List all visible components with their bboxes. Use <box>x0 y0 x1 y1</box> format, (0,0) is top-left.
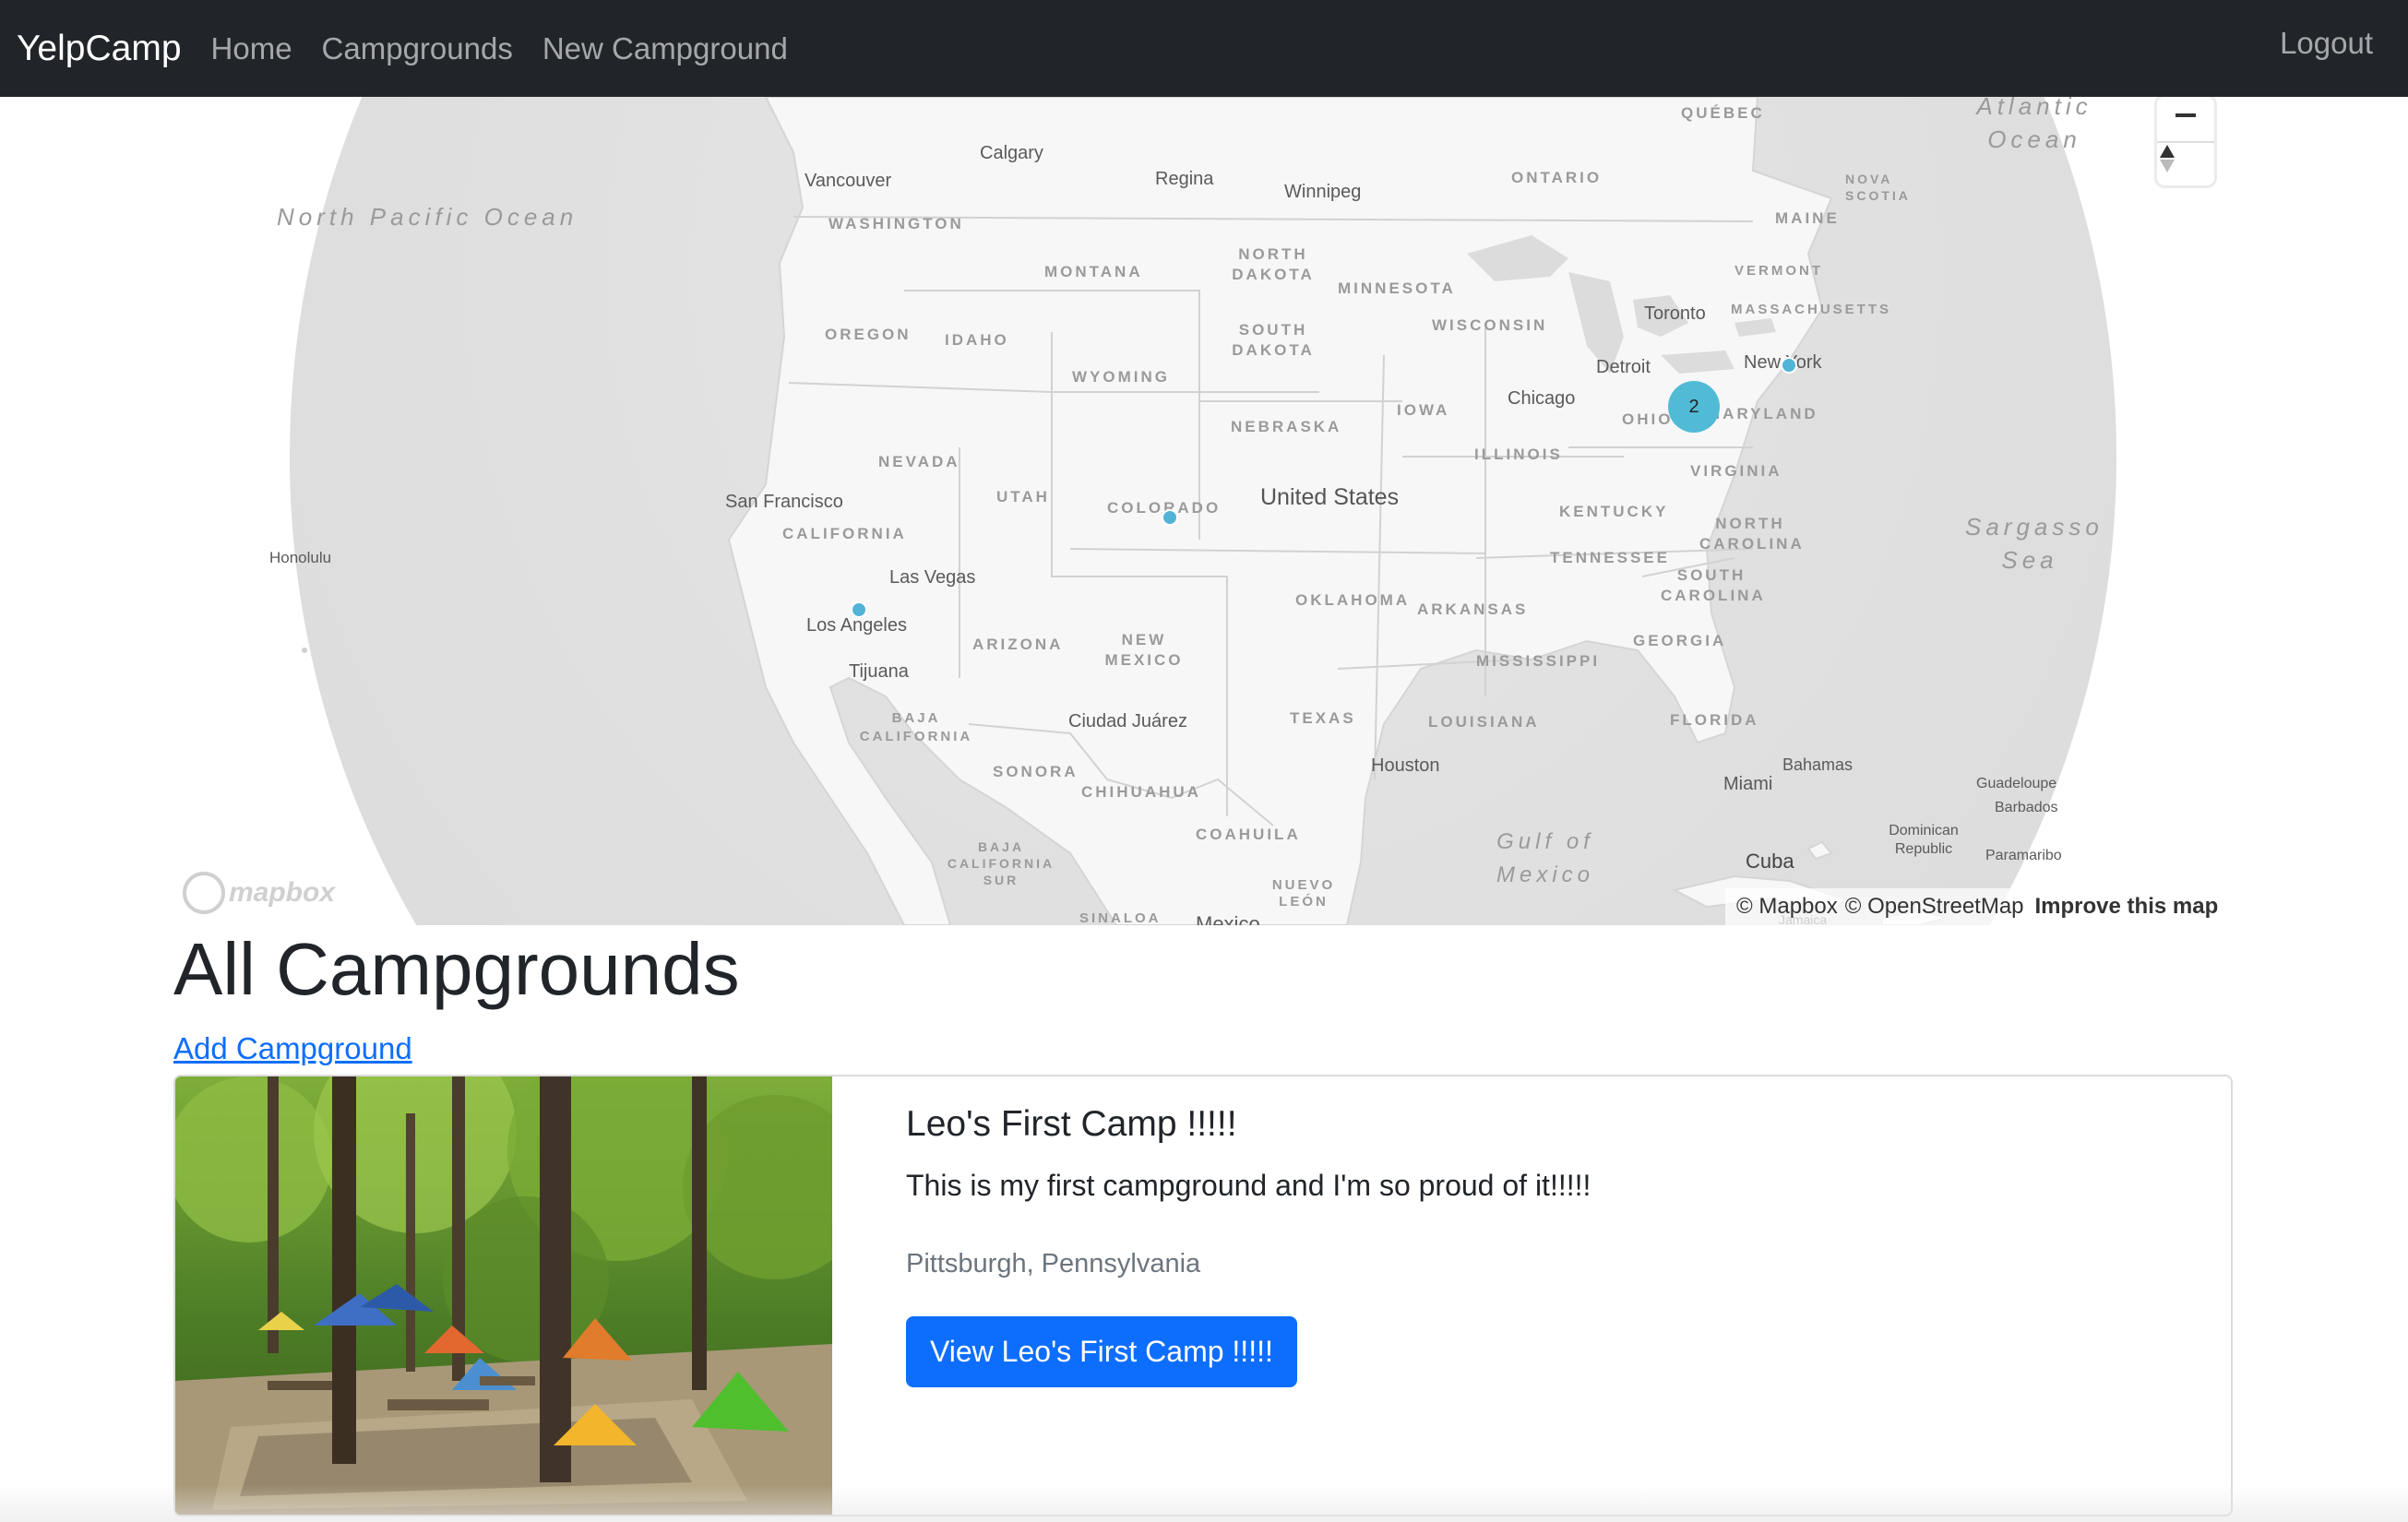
campground-card: Leo's First Camp !!!!! This is my first … <box>173 1075 2233 1516</box>
mapbox-logo-icon <box>183 872 225 914</box>
map-navigation-controls <box>2157 97 2214 185</box>
mapbox-logo[interactable]: mapbox <box>183 872 335 914</box>
campground-location: Pittsburgh, Pennsylvania <box>906 1249 1201 1278</box>
cluster-map[interactable]: North Pacific Ocean Atlantic Ocean Sarga… <box>0 97 2408 925</box>
reset-bearing-button[interactable] <box>2157 141 2214 187</box>
hawaii-dot <box>302 648 307 653</box>
nav-new-campground-link[interactable]: New Campground <box>542 31 788 66</box>
brand-link[interactable]: YelpCamp <box>17 29 182 69</box>
minus-icon <box>2176 113 2196 117</box>
campground-card-body: Leo's First Camp !!!!! This is my first … <box>906 1104 1591 1387</box>
improve-map-link[interactable]: Improve this map <box>2035 894 2219 920</box>
campground-cluster[interactable]: 2 <box>1668 381 1720 433</box>
map-attribution: © Mapbox © OpenStreetMap Improve this ma… <box>1725 888 2230 925</box>
map-background <box>290 97 2116 925</box>
view-campground-button[interactable]: View Leo's First Camp !!!!! <box>906 1316 1297 1387</box>
campground-title: Leo's First Camp !!!!! <box>906 1104 1237 1144</box>
zoom-out-button[interactable] <box>2157 97 2214 141</box>
page-title: All Campgrounds <box>173 928 740 1010</box>
logout-link[interactable]: Logout <box>2280 26 2373 61</box>
campground-marker[interactable] <box>851 601 867 618</box>
compass-icon <box>2160 145 2175 172</box>
osm-attribution-link[interactable]: © OpenStreetMap <box>1845 894 2024 920</box>
campground-marker[interactable] <box>1162 509 1178 526</box>
nav-campgrounds-link[interactable]: Campgrounds <box>322 31 513 66</box>
campground-description: This is my first campground and I'm so p… <box>906 1169 1591 1202</box>
nav-links: Home Campgrounds New Campground <box>211 31 817 66</box>
campground-image <box>175 1076 832 1515</box>
add-campground-link[interactable]: Add Campground <box>173 1031 412 1066</box>
navbar: YelpCamp Home Campgrounds New Campground… <box>0 0 2408 97</box>
campground-marker[interactable] <box>1781 357 1797 374</box>
mapbox-attribution-link[interactable]: © Mapbox <box>1736 894 1838 920</box>
nav-home-link[interactable]: Home <box>211 31 292 66</box>
mapbox-logo-text: mapbox <box>229 877 336 908</box>
page-bottom-shadow <box>0 1485 2408 1522</box>
